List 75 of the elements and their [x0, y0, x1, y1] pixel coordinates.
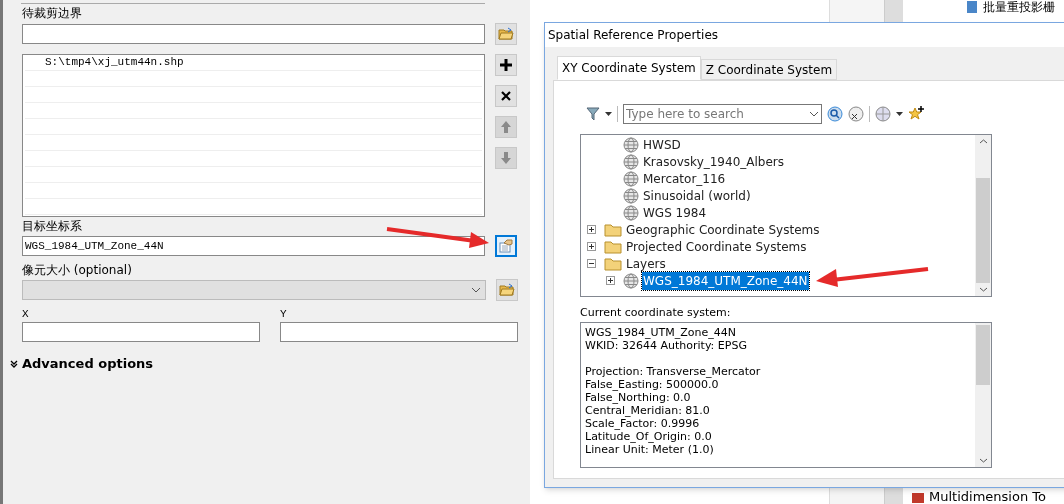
open-folder-icon — [498, 27, 514, 41]
globe-icon — [623, 204, 639, 221]
remove-button[interactable] — [495, 85, 517, 107]
search-icon[interactable] — [827, 106, 843, 122]
section-label: Current coordinate system: — [580, 306, 732, 320]
star-plus-icon[interactable] — [908, 106, 924, 122]
detail-line: WKID: 32644 Authority: EPSG — [585, 339, 748, 352]
globe-icon — [623, 170, 639, 187]
input-field[interactable]: WGS_1984_UTM_Zone_44N — [22, 236, 485, 256]
tree-item[interactable]: Projected Coordinate Systems — [625, 237, 808, 256]
input-field[interactable] — [22, 24, 485, 44]
window-title: Spatial Reference Properties — [548, 27, 718, 44]
list-item[interactable]: S:\tmp4\xj_utm44n.shp — [45, 54, 184, 71]
field-label: 像元大小 (optional) — [22, 263, 133, 277]
detail-line: Latitude_Of_Origin: 0.0 — [585, 430, 713, 443]
field-label: 目标坐标系 — [22, 219, 83, 233]
detail-line: Scale_Factor: 0.9996 — [585, 417, 701, 430]
tree-item[interactable]: Sinusoidal (world) — [642, 186, 752, 205]
folder-icon — [604, 222, 622, 237]
chevron-down-icon — [471, 287, 482, 293]
clear-search-icon[interactable] — [848, 106, 864, 122]
globe-icon — [623, 187, 639, 204]
globe-icon — [623, 272, 639, 289]
document-hand-icon — [499, 239, 513, 253]
chevron-up-icon[interactable] — [978, 139, 988, 144]
browse-button[interactable] — [495, 23, 517, 45]
input-field[interactable] — [280, 322, 518, 342]
up-arrow-icon — [500, 120, 512, 134]
tree-item[interactable]: Krasovsky_1940_Albers — [642, 152, 785, 171]
field-label: 待裁剪边界 — [22, 6, 83, 20]
detail-line: Linear Unit: Meter (1.0) — [585, 443, 715, 456]
tree-item[interactable]: Mercator_116 — [642, 169, 727, 188]
search-field[interactable]: Type here to search — [623, 104, 822, 124]
close-icon — [501, 91, 511, 101]
tree-item[interactable]: HWSD — [642, 135, 682, 154]
toolbox-item[interactable]: Multidimension To — [929, 486, 1046, 504]
open-folder-icon — [499, 283, 516, 297]
chevron-down-icon[interactable] — [978, 287, 988, 292]
browse-button[interactable] — [496, 279, 518, 301]
spatial-reference-button[interactable] — [495, 235, 517, 257]
input-field[interactable] — [22, 322, 260, 342]
globe-icon — [623, 153, 639, 170]
expander-icon[interactable] — [606, 276, 615, 285]
detail-line: False_Northing: 0.0 — [585, 391, 692, 404]
tree-item[interactable]: Geographic Coordinate Systems — [625, 220, 821, 239]
filter-icon — [586, 107, 600, 121]
dropdown-field[interactable] — [22, 280, 487, 300]
folder-icon — [604, 256, 622, 271]
expander-icon[interactable] — [587, 242, 596, 251]
chevron-down-icon[interactable] — [978, 458, 988, 463]
detail-line: Projection: Transverse_Mercator — [585, 365, 762, 378]
down-arrow-icon — [500, 151, 512, 165]
field-label: Y — [280, 307, 288, 321]
expander-icon[interactable] — [587, 259, 596, 268]
caret-down-icon — [605, 112, 612, 116]
scrollbar[interactable] — [975, 323, 991, 467]
caret-down-icon — [896, 112, 903, 116]
globe-icon[interactable] — [875, 106, 891, 122]
tab[interactable]: Z Coordinate System — [700, 59, 838, 80]
advanced-options-toggle[interactable]: Advanced options — [22, 354, 154, 374]
tree-item[interactable]: WGS 1984 — [642, 203, 708, 222]
detail-line: Central_Meridian: 81.0 — [585, 404, 711, 417]
tree-item[interactable]: Layers — [625, 254, 667, 273]
scrollbar[interactable] — [975, 135, 991, 296]
field-label: X — [22, 307, 30, 321]
expander-icon[interactable] — [587, 225, 596, 234]
detail-line: False_Easting: 500000.0 — [585, 378, 720, 391]
tab[interactable]: XY Coordinate System — [557, 56, 701, 80]
plus-icon — [500, 59, 512, 71]
folder-icon — [604, 239, 622, 254]
add-button[interactable] — [495, 54, 517, 76]
chevron-down-icon — [809, 111, 819, 117]
tree-item[interactable]: WGS_1984_UTM_Zone_44N — [642, 271, 809, 290]
detail-line: WGS_1984_UTM_Zone_44N — [585, 326, 737, 339]
toolbox-item[interactable]: 批量重投影栅 — [983, 0, 1055, 16]
